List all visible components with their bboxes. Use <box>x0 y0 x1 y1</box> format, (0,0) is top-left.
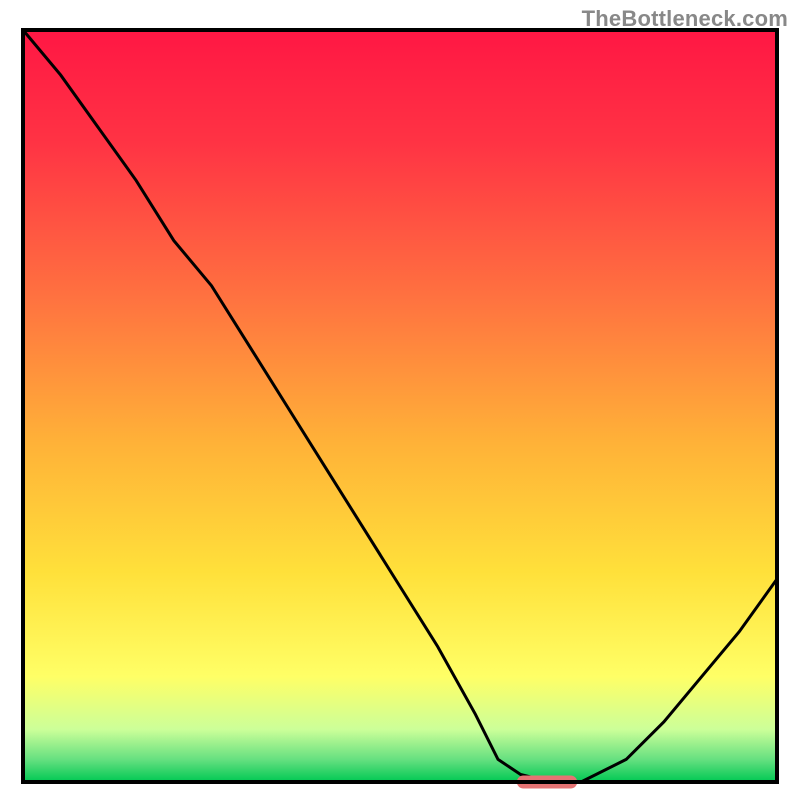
plot-background <box>23 30 777 782</box>
chart-container: TheBottleneck.com <box>0 0 800 800</box>
watermark-text: TheBottleneck.com <box>582 6 788 32</box>
chart-svg <box>0 0 800 800</box>
